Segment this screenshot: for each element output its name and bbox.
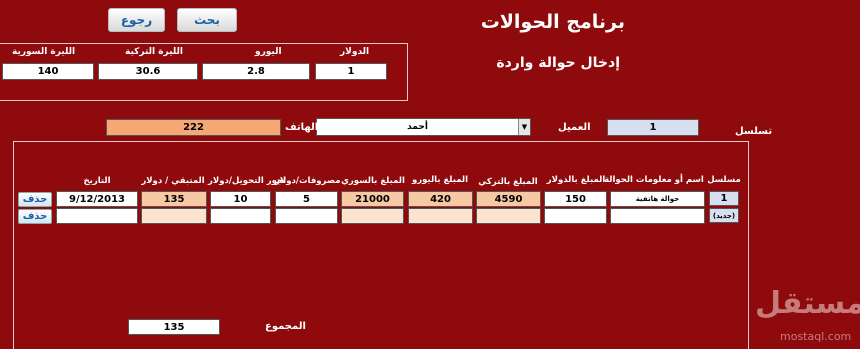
row2-eur-field[interactable]	[408, 208, 473, 224]
mostaql-watermark-url: mostaql.com	[780, 330, 852, 343]
phone-field[interactable]: 222	[106, 119, 281, 136]
row1-remaining-field[interactable]: 135	[141, 191, 207, 207]
row1-date-field[interactable]: 9/12/2013	[56, 191, 138, 207]
row1-eur-field[interactable]: 420	[408, 191, 473, 207]
page-title: برنامج الحوالات	[480, 11, 625, 33]
row1-serial[interactable]: 1	[709, 191, 739, 206]
col-header-remaining: المتبقي / دولار	[141, 176, 205, 186]
row2-remaining-field[interactable]	[141, 208, 207, 224]
row1-fees-field[interactable]: 10	[210, 191, 271, 207]
serial-label: تسلسل	[735, 126, 773, 137]
turkish-lira-rate-label: الليرة التركية	[125, 47, 183, 57]
mostaql-watermark-logo: مستقل	[755, 286, 860, 321]
row2-date-field[interactable]	[56, 208, 138, 224]
euro-rate-field[interactable]: 2.8	[202, 63, 310, 80]
client-name-value: أحمد	[407, 122, 428, 132]
euro-rate-label: اليورو	[255, 47, 282, 57]
col-header-syp: المبلغ بالسوري	[341, 176, 405, 186]
row2-try-field[interactable]	[476, 208, 541, 224]
syrian-lira-rate-field[interactable]: 140	[2, 63, 94, 80]
total-field: 135	[128, 319, 220, 335]
client-label: العميل	[558, 122, 591, 133]
row1-expenses-field[interactable]: 5	[275, 191, 338, 207]
col-header-usd: المبلغ بالدولار	[546, 175, 606, 185]
col-header-eur: المبلغ باليورو	[411, 175, 469, 185]
row1-name-field[interactable]: حوالة هاتفية	[610, 191, 705, 207]
phone-label: الهاتف	[285, 122, 319, 133]
client-name-dropdown[interactable]: أحمد ▼	[316, 118, 531, 136]
row2-usd-field[interactable]	[544, 208, 607, 224]
dollar-rate-label: الدولار	[340, 47, 370, 57]
col-header-fees: اجور التحويل/دولار	[208, 176, 287, 186]
row2-expenses-field[interactable]	[275, 208, 338, 224]
dollar-rate-field[interactable]: 1	[315, 63, 387, 80]
row2-fees-field[interactable]	[210, 208, 271, 224]
row2-serial[interactable]: (جديد)	[709, 208, 739, 223]
row1-syp-field[interactable]: 21000	[341, 191, 404, 207]
total-label: المجموع	[265, 321, 306, 332]
syrian-lira-rate-label: الليرة السورية	[12, 47, 76, 57]
transfers-table-frame	[13, 141, 749, 349]
row1-usd-field[interactable]: 150	[544, 191, 607, 207]
col-header-date: التاريخ	[83, 176, 111, 186]
chevron-down-icon[interactable]: ▼	[518, 119, 530, 135]
row2-name-field[interactable]	[610, 208, 705, 224]
col-header-serial: مسلسل	[707, 175, 741, 185]
search-button[interactable]: بحث	[177, 8, 237, 32]
row2-syp-field[interactable]	[341, 208, 404, 224]
page-subtitle: إدخال حوالة واردة	[496, 55, 620, 71]
row1-try-field[interactable]: 4590	[476, 191, 541, 207]
turkish-lira-rate-field[interactable]: 30.6	[98, 63, 198, 80]
col-header-name: اسم أو معلومات الحوالة	[604, 175, 704, 185]
back-button[interactable]: رجوع	[108, 8, 165, 32]
client-id-field[interactable]: 1	[607, 119, 699, 136]
row1-delete-button[interactable]: حذف	[18, 192, 52, 207]
col-header-try: المبلغ بالتركي	[478, 177, 538, 187]
row2-delete-button[interactable]: حذف	[18, 209, 52, 224]
